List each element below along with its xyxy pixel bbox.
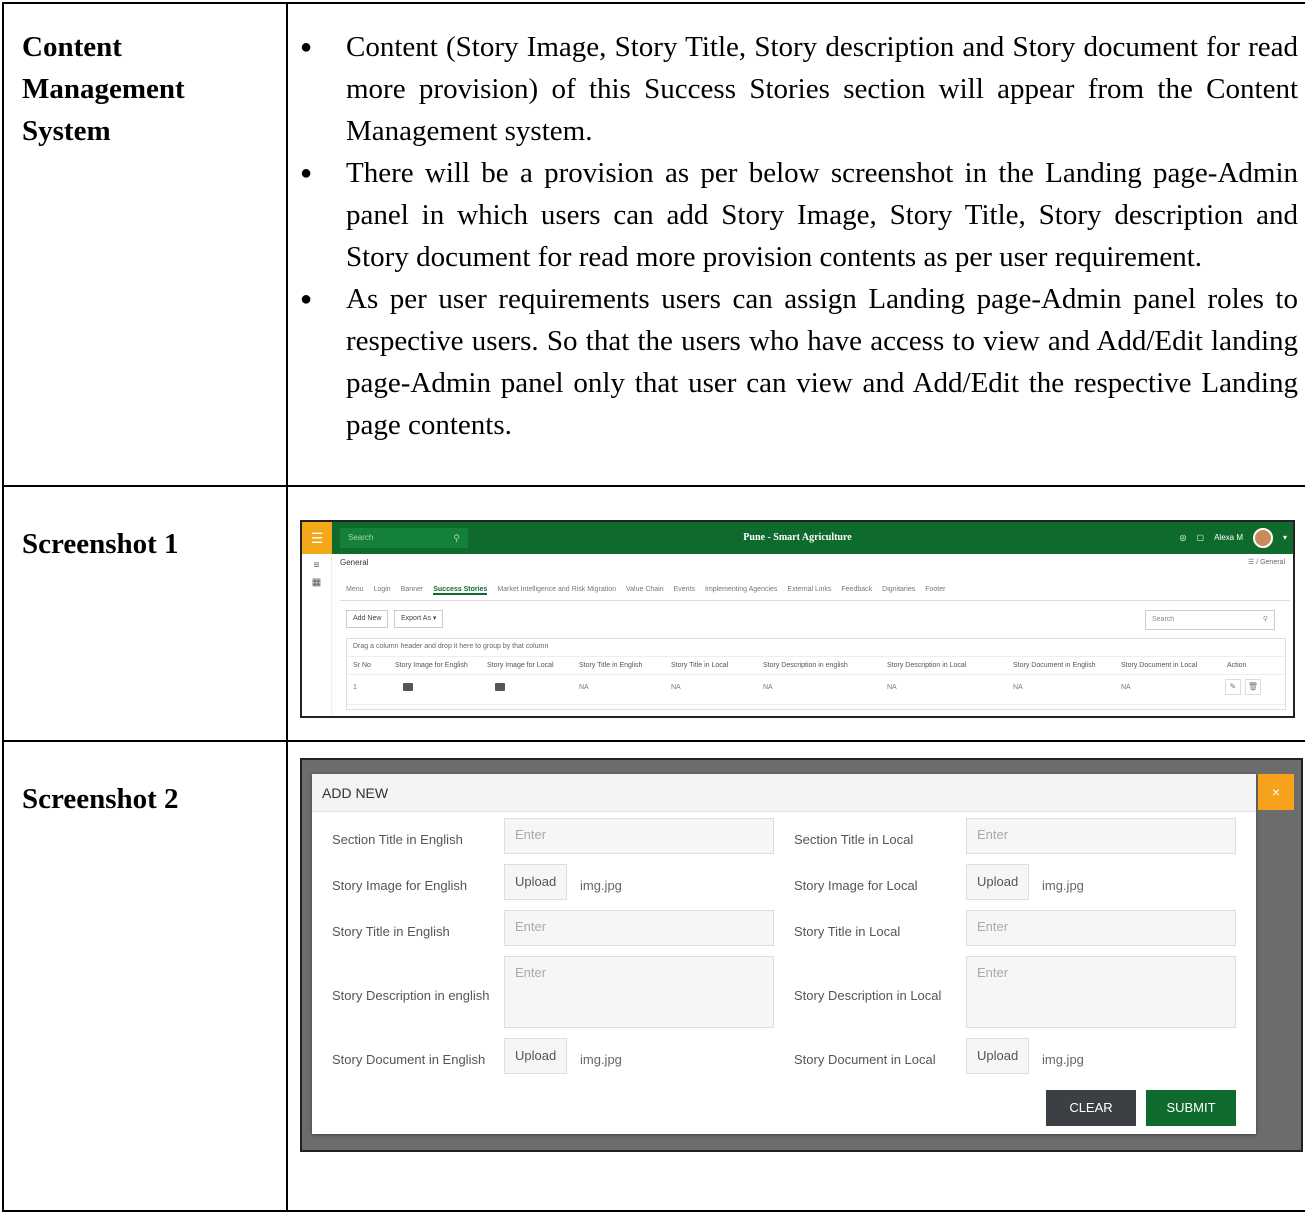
story-desc-en-textarea[interactable]: Enter [504, 956, 774, 1028]
tab-value-chain[interactable]: Value Chain [626, 586, 664, 595]
label-story-image-local: Story Image for Local [794, 878, 918, 893]
label-story-title-local: Story Title in Local [794, 924, 901, 939]
label-story-doc-en: Story Document in English [332, 1052, 486, 1067]
search-input[interactable]: Search ⚲ [340, 528, 468, 548]
table-cell: 1 [353, 684, 357, 691]
column-header[interactable]: Story Document in English [1013, 657, 1095, 675]
admin-panel-screenshot: Pune - Smart Agriculture ☰ Search ⚲ ◎ ▢ A… [300, 520, 1295, 718]
row-label-screenshot-2: Screenshot 2 [22, 783, 179, 815]
story-title-local-input[interactable]: Enter [966, 910, 1236, 946]
label-section-title-local: Section Title in Local [794, 832, 914, 847]
menu-icon[interactable]: ☰ [302, 522, 332, 554]
list-icon[interactable]: ≡ [302, 560, 331, 571]
window-icon[interactable]: ▢ [1197, 522, 1205, 554]
upload-button[interactable]: Upload [504, 864, 568, 900]
submit-button[interactable]: SUBMIT [1146, 1090, 1236, 1126]
delete-icon[interactable]: 🗑 [1245, 679, 1261, 696]
column-header[interactable]: Story Title in Local [671, 657, 728, 675]
sidebar: ≡ ▦ [302, 554, 332, 716]
column-header[interactable]: Story Image for Local [487, 657, 554, 675]
breadcrumb: ☰ / General [1247, 559, 1285, 566]
table-cell: NA [671, 684, 681, 691]
search-icon: ⚲ [453, 533, 460, 543]
upload-button[interactable]: Upload [504, 1038, 568, 1074]
tab-external-links[interactable]: External Links [787, 586, 831, 595]
file-name: img.jpg [1042, 878, 1084, 893]
file-name: img.jpg [580, 1052, 622, 1067]
action-cell: ✎ 🗑 [1225, 675, 1265, 701]
chevron-down-icon[interactable]: ▾ [1283, 522, 1287, 554]
clear-button[interactable]: CLEAR [1046, 1090, 1136, 1126]
column-header[interactable]: Story Document in Local [1121, 657, 1197, 675]
bullet-item: ● Content (Story Image, Story Title, Stor… [300, 31, 1298, 147]
label-story-doc-local: Story Document in Local [794, 1052, 936, 1067]
column-header[interactable]: Story Description in Local [887, 657, 966, 675]
group-hint: Drag a column header and drop it here to… [347, 639, 1285, 657]
modal-title: ADD NEW [312, 774, 1256, 812]
table-cell: NA [1013, 684, 1023, 691]
file-name: img.jpg [580, 878, 622, 893]
cms-bullet-list: ● Content (Story Image, Story Title, Stor… [300, 26, 1298, 446]
data-grid: Drag a column header and drop it here to… [346, 638, 1286, 710]
table-cell: NA [579, 684, 589, 691]
column-header[interactable]: Story Description in english [763, 657, 848, 675]
tab-events[interactable]: Events [674, 586, 695, 595]
row-cms: Content Management System ● Content (Stor… [4, 4, 1305, 487]
add-new-modal: ADD NEW Section Title in English Enter S… [312, 774, 1256, 1134]
story-desc-local-textarea[interactable]: Enter [966, 956, 1236, 1028]
section-title-local-input[interactable]: Enter [966, 818, 1236, 854]
column-header[interactable]: Story Title in English [579, 657, 642, 675]
story-title-en-input[interactable]: Enter [504, 910, 774, 946]
divider [340, 600, 1290, 601]
file-name: img.jpg [1042, 1052, 1084, 1067]
image-icon[interactable] [495, 675, 505, 701]
row-label-screenshot-1: Screenshot 1 [22, 528, 179, 560]
tab-dignitaries[interactable]: Dignitaries [882, 586, 915, 595]
add-new-button[interactable]: Add New [346, 610, 389, 628]
tab-market-intelligence[interactable]: Market Intelligence and Risk Migration [497, 586, 616, 595]
row-label-cms: Content Management System [22, 31, 185, 147]
top-bar: Pune - Smart Agriculture ☰ Search ⚲ ◎ ▢ A… [302, 522, 1293, 554]
label-story-title-en: Story Title in English [332, 924, 450, 939]
page-title: General [340, 558, 369, 567]
label-story-desc-en: Story Description in english [332, 988, 490, 1003]
tab-implementing-agencies[interactable]: Implementing Agencies [705, 586, 777, 595]
tab-login[interactable]: Login [374, 586, 391, 595]
tab-footer[interactable]: Footer [925, 586, 945, 595]
edit-icon[interactable]: ✎ [1225, 679, 1241, 696]
settings-icon[interactable]: ◎ [1180, 522, 1187, 554]
table-row: 1 NA NA NA NA NA NA ✎ 🗑 [347, 675, 1285, 705]
label-story-desc-local: Story Description in Local [794, 988, 942, 1003]
close-icon[interactable]: × [1258, 774, 1294, 810]
image-icon[interactable] [403, 675, 413, 701]
tab-feedback[interactable]: Feedback [841, 586, 872, 595]
bullet-item: ● There will be a provision as per below … [300, 157, 1298, 273]
tab-bar: Menu Login Banner Success Stories Market… [346, 586, 945, 595]
table-header: Sr No Story Image for English Story Imag… [347, 657, 1285, 675]
avatar[interactable] [1252, 528, 1273, 548]
add-new-modal-screenshot: ADD NEW Section Title in English Enter S… [300, 758, 1303, 1152]
tab-menu[interactable]: Menu [346, 586, 364, 595]
table-search-input[interactable]: Search ⚲ [1145, 610, 1275, 630]
table-cell: NA [887, 684, 897, 691]
table-cell: NA [1121, 684, 1131, 691]
search-icon: ⚲ [1262, 616, 1268, 623]
label-section-title-en: Section Title in English [332, 832, 463, 847]
column-header[interactable]: Sr No [353, 657, 371, 675]
table-cell: NA [763, 684, 773, 691]
upload-button[interactable]: Upload [966, 1038, 1030, 1074]
column-header[interactable]: Story Image for English [395, 657, 468, 675]
bullet-item: ● As per user requirements users can assi… [300, 283, 1298, 441]
upload-button[interactable]: Upload [966, 864, 1030, 900]
user-area: ◎ ▢ Alexa M ▾ [1180, 522, 1287, 554]
section-title-en-input[interactable]: Enter [504, 818, 774, 854]
tab-success-stories[interactable]: Success Stories [433, 586, 488, 595]
label-story-image-en: Story Image for English [332, 878, 468, 893]
grid-icon[interactable]: ▦ [302, 577, 331, 588]
export-as-button[interactable]: Export As ▾ [394, 610, 444, 628]
user-name[interactable]: Alexa M [1214, 522, 1243, 554]
column-header: Action [1227, 662, 1247, 669]
tab-banner[interactable]: Banner [401, 586, 424, 595]
